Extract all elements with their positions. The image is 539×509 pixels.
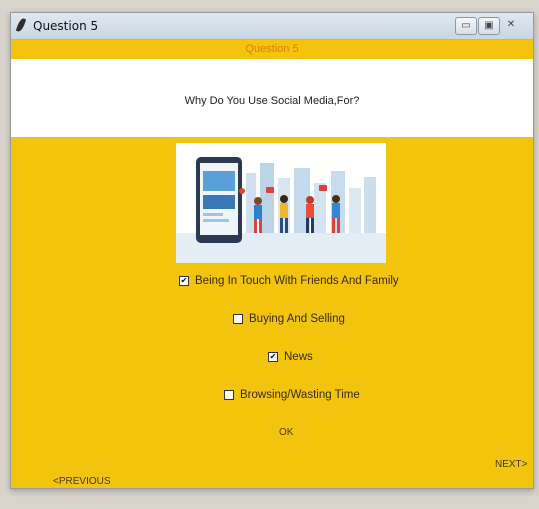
social-media-illustration	[176, 143, 386, 263]
window-title: Question 5	[33, 19, 99, 33]
option-browsing[interactable]: Browsing/Wasting Time	[224, 389, 360, 401]
ok-button[interactable]: OK	[279, 427, 293, 438]
option-label: News	[284, 351, 313, 363]
previous-button[interactable]: <PREVIOUS	[53, 476, 111, 487]
question-text: Why Do You Use Social Media,For?	[184, 95, 360, 107]
option-news[interactable]: ✔ News	[268, 351, 313, 363]
title-bar: Question 5 ▭ ▣ ✕	[11, 13, 533, 40]
option-label: Browsing/Wasting Time	[240, 389, 360, 401]
checkbox-news[interactable]: ✔	[268, 352, 278, 362]
next-button[interactable]: NEXT>	[495, 459, 528, 470]
checkbox-browsing[interactable]	[224, 390, 234, 400]
maximize-button[interactable]: ▣	[478, 17, 500, 35]
option-friends-family[interactable]: ✔ Being In Touch With Friends And Family	[179, 275, 399, 287]
minimize-button[interactable]: ▭	[455, 17, 477, 35]
app-window: Question 5 ▭ ▣ ✕ Question 5 Why Do You U…	[10, 12, 534, 489]
option-label: Buying And Selling	[249, 313, 345, 325]
question-panel: Why Do You Use Social Media,For?	[11, 59, 533, 137]
question-banner: Question 5	[11, 40, 533, 58]
option-label: Being In Touch With Friends And Family	[195, 275, 399, 287]
social-media-illustration-svg	[176, 143, 386, 263]
checkbox-friends-family[interactable]: ✔	[179, 276, 189, 286]
option-buying-selling[interactable]: Buying And Selling	[233, 313, 345, 325]
close-button[interactable]: ✕	[501, 17, 521, 33]
checkbox-buying-selling[interactable]	[233, 314, 243, 324]
feather-icon	[15, 17, 27, 33]
